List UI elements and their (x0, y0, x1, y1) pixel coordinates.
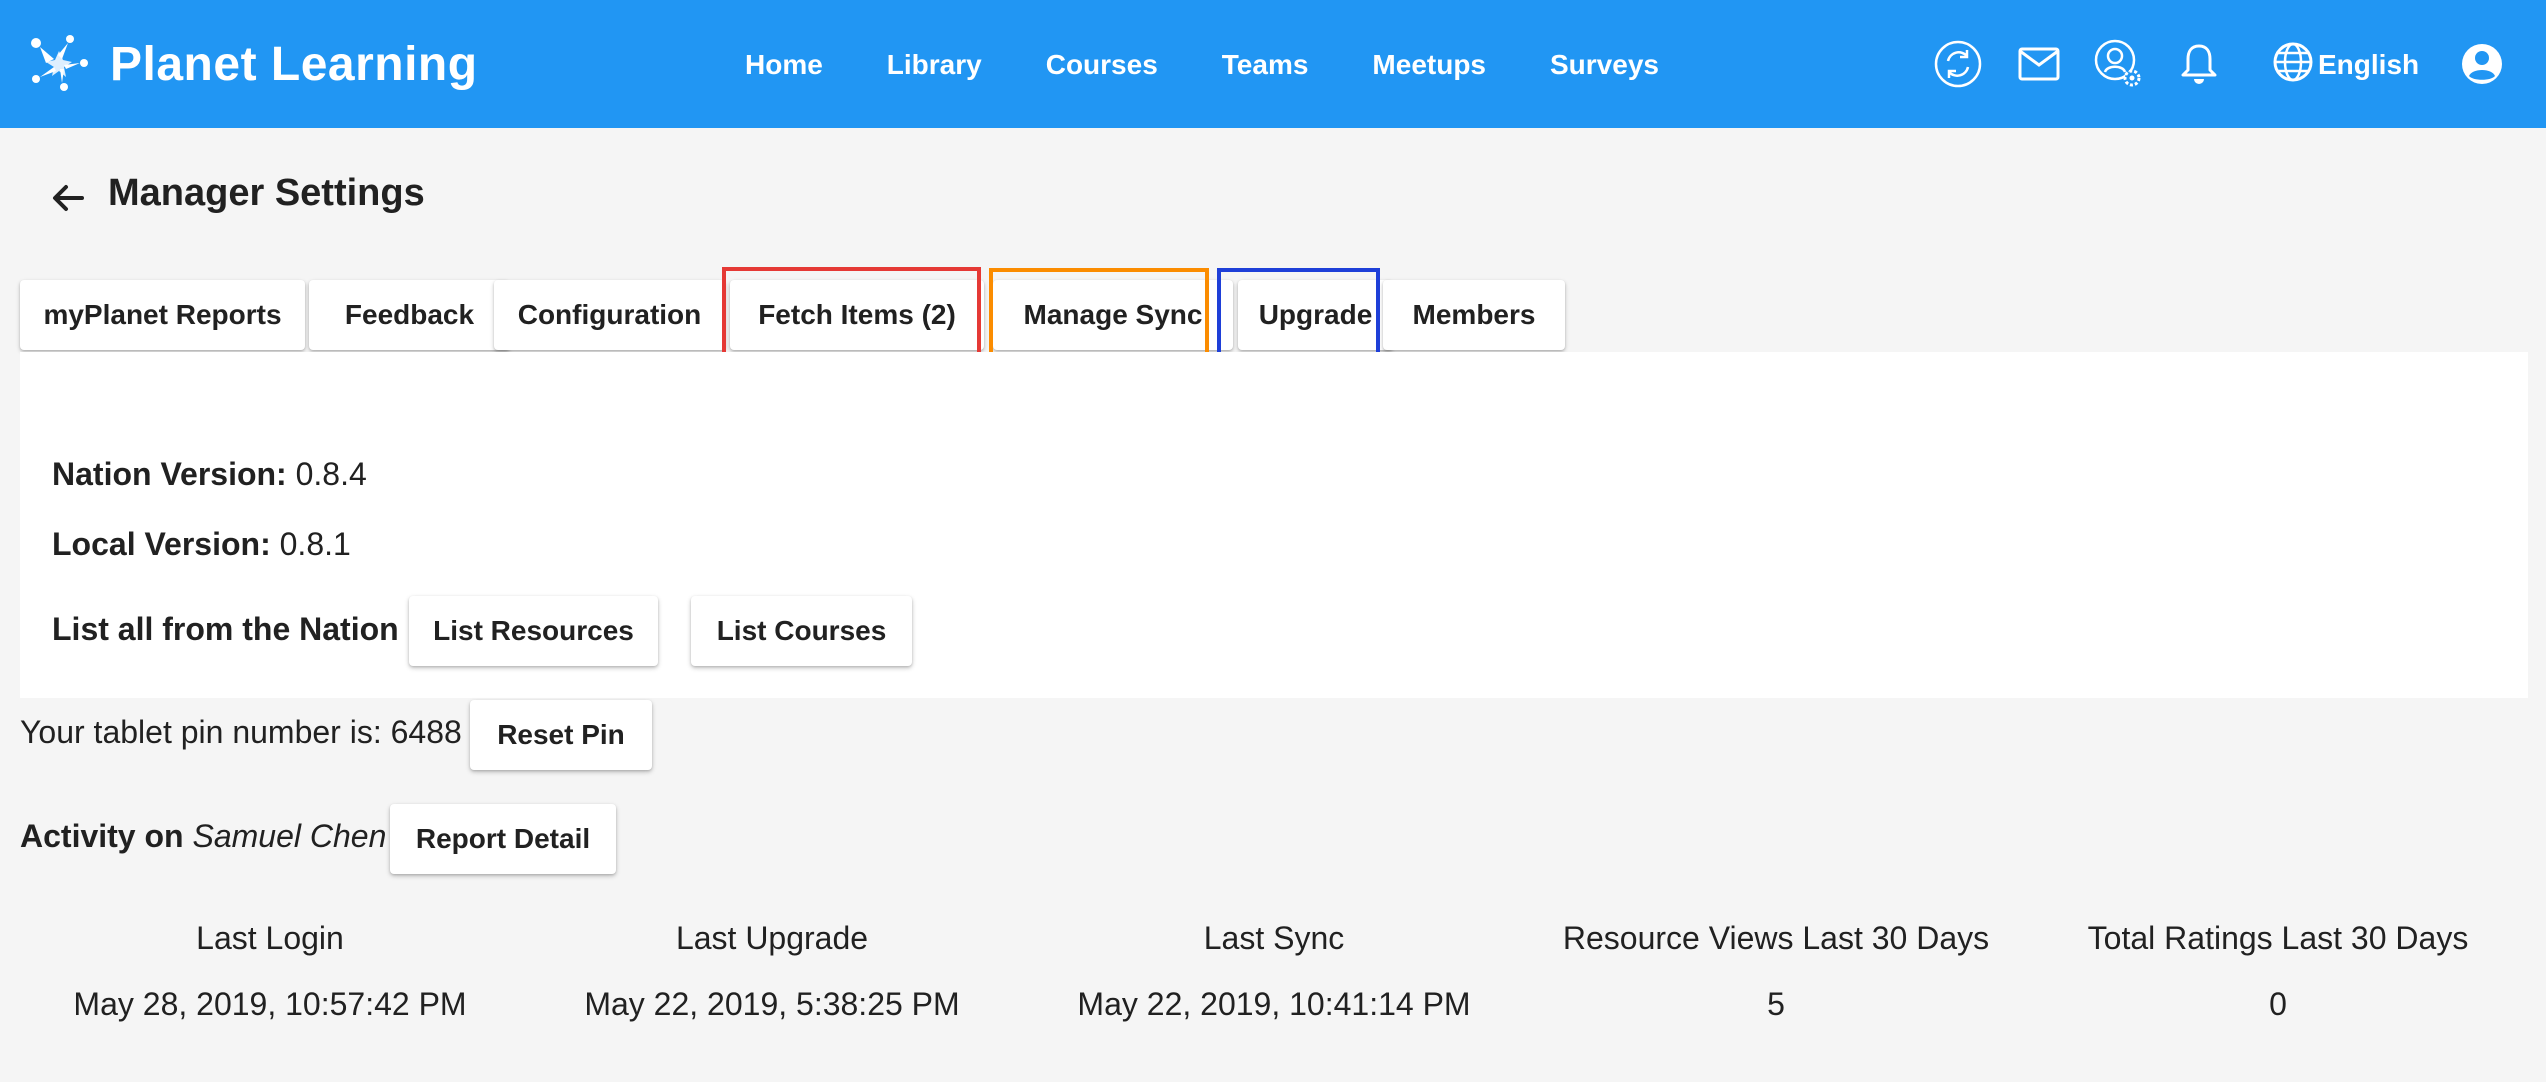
bell-icon[interactable] (2173, 38, 2225, 90)
stat-value: May 22, 2019, 5:38:25 PM (584, 986, 960, 1022)
list-all-label: List all from the Nation (52, 611, 399, 647)
stat-label: Last Upgrade (675, 920, 869, 956)
list-courses-button[interactable]: List Courses (691, 596, 912, 666)
reset-pin-button[interactable]: Reset Pin (470, 700, 652, 770)
tab-fetch-items[interactable]: Fetch Items (2) (730, 280, 984, 350)
page-title: Manager Settings (108, 172, 425, 214)
nav-teams[interactable]: Teams (1190, 49, 1341, 81)
user-settings-icon[interactable] (2093, 38, 2145, 90)
report-detail-button[interactable]: Report Detail (390, 804, 616, 874)
main-nav: Home Library Courses Teams Meetups Surve… (713, 40, 1691, 90)
nav-library[interactable]: Library (855, 49, 1014, 81)
stat-label: Last Sync (1203, 920, 1345, 956)
nation-version-label: Nation Version: (52, 456, 287, 492)
stat-value: 5 (1767, 986, 1785, 1022)
mail-icon[interactable] (2013, 38, 2065, 90)
nav-meetups[interactable]: Meetups (1340, 49, 1518, 81)
activity-heading: Activity on Samuel Chen (20, 818, 386, 855)
stat-label: Total Ratings Last 30 Days (2087, 920, 2469, 956)
upgrade-panel: Nation Version: 0.8.4 Local Version: 0.8… (20, 352, 2528, 698)
local-version: Local Version: 0.8.1 (52, 526, 351, 563)
list-resources-button[interactable]: List Resources (409, 596, 658, 666)
stat-value: May 28, 2019, 10:57:42 PM (73, 986, 467, 1022)
nav-home[interactable]: Home (713, 49, 855, 81)
page-header: Manager Settings (0, 128, 2546, 256)
brand[interactable]: Planet Learning (24, 28, 478, 100)
nation-version-value: 0.8.4 (286, 456, 367, 492)
local-version-value: 0.8.1 (270, 526, 351, 562)
planet-logo-icon (24, 29, 94, 99)
language-selector[interactable]: English (2272, 40, 2419, 90)
globe-icon (2272, 41, 2318, 90)
stat-label: Resource Views Last 30 Days (1562, 920, 1990, 956)
activity-user: Samuel Chen (192, 818, 387, 854)
top-app-bar: Planet Learning Home Library Courses Tea… (0, 0, 2546, 128)
local-version-label: Local Version: (52, 526, 271, 562)
sync-icon[interactable] (1932, 38, 1984, 90)
tab-feedback[interactable]: Feedback (309, 280, 510, 350)
nav-surveys[interactable]: Surveys (1518, 49, 1691, 81)
tab-upgrade[interactable]: Upgrade (1238, 280, 1393, 350)
stat-value: May 22, 2019, 10:41:14 PM (1077, 986, 1471, 1022)
back-arrow-icon[interactable] (40, 170, 96, 226)
tab-configuration[interactable]: Configuration (494, 280, 725, 350)
app-title: Planet Learning (110, 37, 478, 91)
stat-value: 0 (2269, 986, 2287, 1022)
account-circle-icon[interactable] (2456, 38, 2508, 90)
language-label: English (2318, 49, 2420, 80)
activity-label: Activity on (20, 818, 193, 854)
tablet-pin-text: Your tablet pin number is: 6488 (20, 714, 462, 750)
stat-label: Last Login (196, 920, 344, 956)
nav-courses[interactable]: Courses (1014, 49, 1190, 81)
tab-myplanet-reports[interactable]: myPlanet Reports (20, 280, 305, 350)
tab-manage-sync[interactable]: Manage Sync (993, 280, 1233, 350)
nation-version: Nation Version: 0.8.4 (52, 456, 367, 493)
tab-members[interactable]: Members (1383, 280, 1565, 350)
